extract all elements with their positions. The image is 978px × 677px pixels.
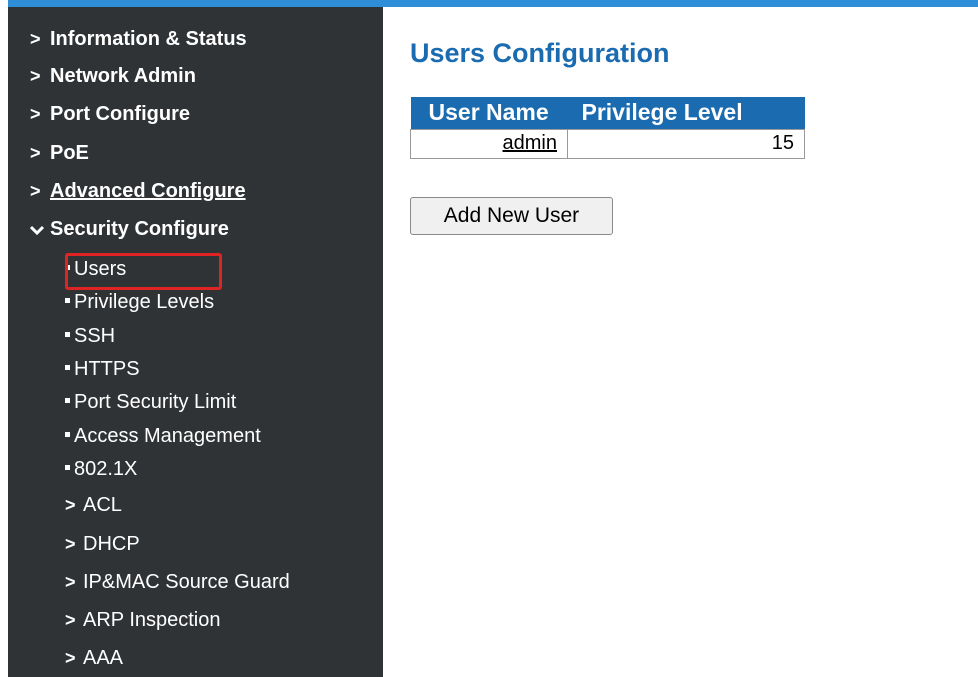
chevron-right-icon: > <box>30 29 41 49</box>
sidebar-folder-dhcp[interactable]: > DHCP <box>65 533 140 556</box>
sidebar-item-label: Network Admin <box>50 65 196 87</box>
user-name-link[interactable]: admin <box>503 132 557 154</box>
chevron-right-icon: > <box>65 495 76 515</box>
sidebar-item-label: Advanced Configure <box>50 180 246 202</box>
chevron-right-icon: > <box>30 181 41 201</box>
sidebar-folder-label: ACL <box>83 494 122 516</box>
column-header-user-name: User Name <box>410 97 568 129</box>
table-header-row: User Name Privilege Level <box>410 97 805 129</box>
bullet-icon <box>65 332 70 338</box>
bullet-icon <box>65 365 70 371</box>
bullet-icon <box>65 432 70 438</box>
sidebar-folder-label: AAA <box>83 647 124 669</box>
sidebar-nav: > Information & Status > Network Admin > Po… <box>8 7 383 677</box>
chevron-right-icon: > <box>65 534 76 554</box>
sidebar-item-port-configure[interactable]: > Port Configure <box>30 103 190 126</box>
sidebar-subitem-label: Access Management <box>74 425 261 447</box>
sidebar-subitem-label: Port Security Limit <box>74 391 237 413</box>
page-left-margin <box>0 0 8 677</box>
page-title: Users Configuration <box>410 38 670 68</box>
sidebar-item-label: Security Configure <box>50 218 229 240</box>
chevron-down-icon <box>29 219 50 240</box>
top-accent-bar <box>8 0 978 7</box>
sidebar-subitem-access-management[interactable]: Access Management <box>65 425 261 448</box>
sidebar-folder-acl[interactable]: > ACL <box>65 494 122 517</box>
column-header-privilege-level: Privilege Level <box>567 97 805 129</box>
chevron-right-icon: > <box>30 143 41 163</box>
sidebar-subitem-8021x[interactable]: 802.1X <box>65 458 137 481</box>
sidebar-folder-label: IP&MAC Source Guard <box>83 571 290 593</box>
privilege-level-cell: 15 <box>567 128 805 159</box>
sidebar-folder-ip-mac-source-guard[interactable]: > IP&MAC Source Guard <box>65 571 290 594</box>
sidebar-subitem-ssh[interactable]: SSH <box>65 325 115 348</box>
chevron-right-icon: > <box>65 610 76 630</box>
user-name-cell: admin <box>410 128 568 159</box>
sidebar-subitem-label: Privilege Levels <box>74 291 215 313</box>
chevron-right-icon: > <box>65 648 76 668</box>
sidebar-subitem-label: SSH <box>74 325 116 347</box>
sidebar-item-label: Information & Status <box>50 28 247 50</box>
sidebar-subitem-label: 802.1X <box>74 458 138 480</box>
sidebar-item-network-admin[interactable]: > Network Admin <box>30 65 196 88</box>
chevron-right-icon: > <box>30 66 41 86</box>
sidebar-item-label: Port Configure <box>50 103 190 125</box>
users-table: User Name Privilege Level admin 15 <box>410 97 805 159</box>
sidebar-folder-aaa[interactable]: > AAA <box>65 647 123 670</box>
selection-highlight-box <box>65 253 222 290</box>
bullet-icon <box>65 465 70 471</box>
sidebar-subitem-https[interactable]: HTTPS <box>65 358 140 381</box>
sidebar-folder-label: ARP Inspection <box>83 609 221 631</box>
table-row: admin 15 <box>410 128 805 159</box>
sidebar-item-label: PoE <box>50 142 89 164</box>
sidebar-folder-arp-inspection[interactable]: > ARP Inspection <box>65 609 221 632</box>
chevron-right-icon: > <box>65 572 76 592</box>
sidebar-subitem-label: HTTPS <box>74 358 140 380</box>
chevron-right-icon: > <box>30 104 41 124</box>
sidebar-item-information-status[interactable]: > Information & Status <box>30 28 247 51</box>
sidebar-subitem-port-security-limit[interactable]: Port Security Limit <box>65 391 236 414</box>
sidebar-item-advanced-configure[interactable]: > Advanced Configure <box>30 180 246 203</box>
sidebar-item-poe[interactable]: > PoE <box>30 142 89 165</box>
sidebar-item-security-configure[interactable]: Security Configure <box>29 218 229 241</box>
bullet-icon <box>65 298 70 304</box>
sidebar-folder-label: DHCP <box>83 533 140 555</box>
bullet-icon <box>65 398 70 404</box>
sidebar-subitem-privilege-levels[interactable]: Privilege Levels <box>65 291 214 314</box>
add-new-user-button[interactable]: Add New User <box>410 197 613 235</box>
